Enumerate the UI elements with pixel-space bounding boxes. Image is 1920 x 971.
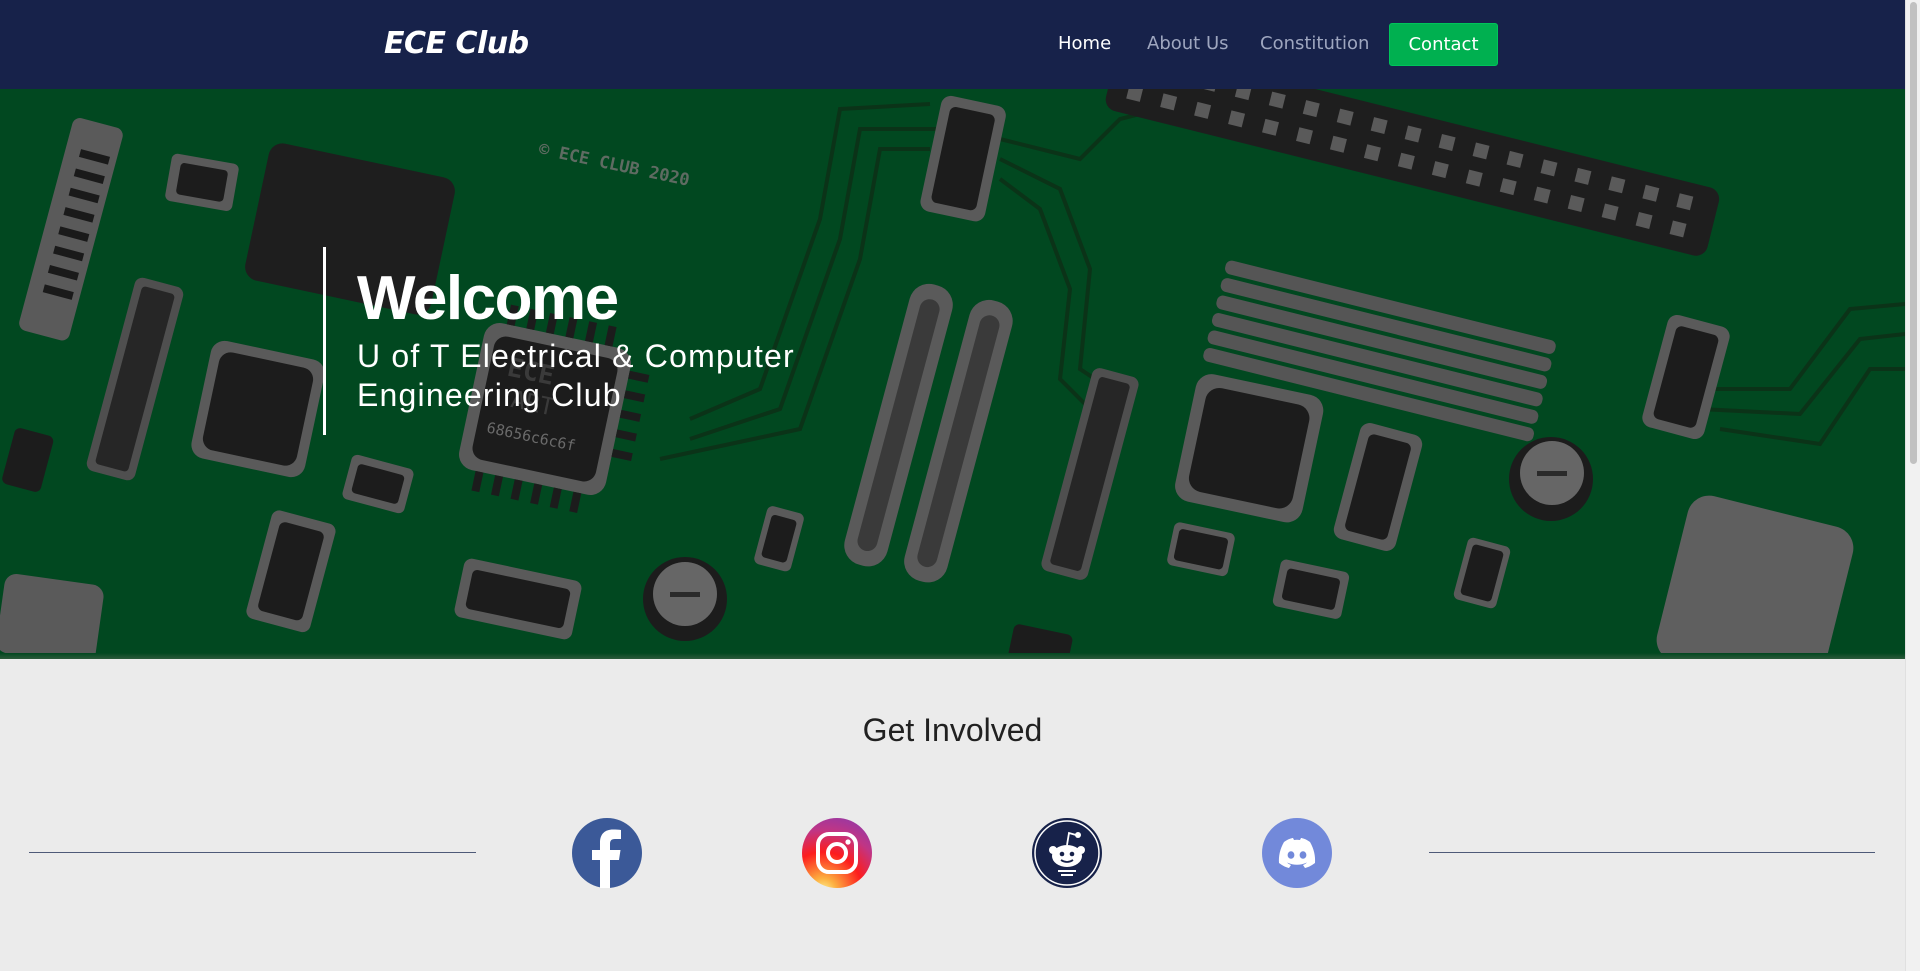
- page-scrollbar[interactable]: [1905, 0, 1920, 971]
- instagram-icon: [802, 818, 872, 888]
- hero-heading-block: Welcome U of T Electrical & Computer Eng…: [323, 247, 837, 435]
- nav-link-about-us[interactable]: About Us: [1147, 33, 1229, 54]
- contact-button[interactable]: Contact: [1389, 23, 1498, 66]
- facebook-icon: [572, 818, 642, 888]
- top-navbar: ECE Club Home About Us Constitution Cont…: [0, 0, 1905, 89]
- divider-right: [1429, 852, 1875, 853]
- reddit-icon: [1032, 818, 1102, 888]
- facebook-link[interactable]: [572, 818, 642, 888]
- hero-title: Welcome: [357, 264, 619, 333]
- hero-banner: ECE ART 68656c6c6f © ECE CLUB 2020 Welco…: [0, 89, 1905, 659]
- instagram-link[interactable]: [802, 818, 872, 888]
- nav-link-constitution[interactable]: Constitution: [1260, 33, 1369, 54]
- hero-bottom-fade: [0, 653, 1905, 659]
- discord-link[interactable]: [1262, 818, 1332, 888]
- hero-subtitle: U of T Electrical & Computer Engineering…: [357, 338, 795, 413]
- circuit-board-background: ECE ART 68656c6c6f © ECE CLUB 2020: [0, 89, 1905, 659]
- discord-icon: [1262, 818, 1332, 888]
- copyright-watermark: © ECE CLUB 2020: [537, 139, 691, 190]
- divider-left: [29, 852, 476, 853]
- reddit-link[interactable]: [1032, 818, 1102, 888]
- scrollbar-thumb[interactable]: [1910, 2, 1917, 464]
- nav-link-home[interactable]: Home: [1058, 33, 1111, 54]
- brand-logo[interactable]: ECE Club: [384, 26, 529, 61]
- get-involved-heading: Get Involved: [862, 712, 1043, 748]
